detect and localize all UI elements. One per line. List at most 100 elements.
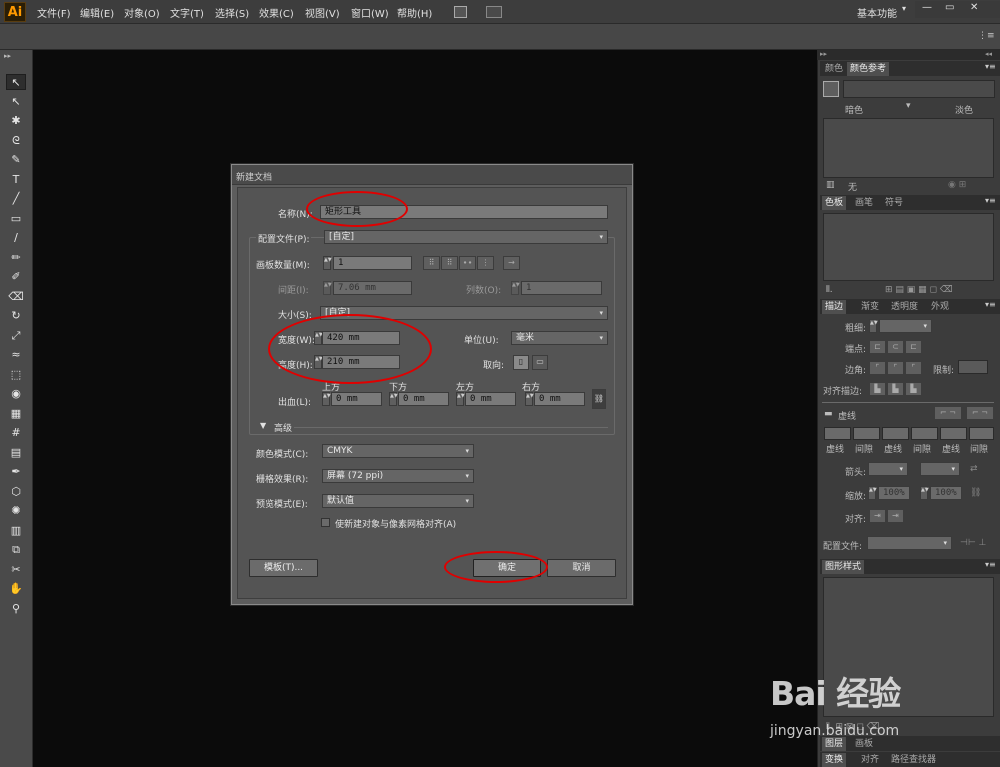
gap-field-3[interactable] xyxy=(969,427,994,440)
landscape-icon[interactable]: ▭ xyxy=(532,355,548,370)
shape-builder-tool-icon[interactable]: ◉ xyxy=(6,386,26,402)
tab-artboards[interactable]: 画板 xyxy=(852,737,876,751)
warp-tool-icon[interactable]: ≈ xyxy=(6,347,26,363)
tab-align[interactable]: 对齐 xyxy=(858,753,882,767)
slice-tool-icon[interactable]: ✂ xyxy=(6,562,26,578)
preview-mode-dropdown[interactable]: 默认值 ▾ xyxy=(322,494,474,508)
tab-layers[interactable]: 图层 xyxy=(822,737,847,751)
mesh-tool-icon[interactable]: # xyxy=(6,425,26,441)
menu-object[interactable]: 对象(O) xyxy=(124,5,160,20)
color-variations-grid[interactable] xyxy=(823,118,994,178)
weight-dropdown[interactable]: ▾ xyxy=(879,319,932,333)
start-scale-stepper[interactable]: ▲▼ xyxy=(868,486,877,500)
pencil-tool-icon[interactable]: ✏ xyxy=(6,250,26,266)
menu-select[interactable]: 选择(S) xyxy=(215,5,249,20)
close-icon[interactable]: ✕ xyxy=(970,2,978,13)
paintbrush-tool-icon[interactable]: ∕ xyxy=(6,230,26,246)
link-scale-icon[interactable]: ⛓ xyxy=(970,488,981,498)
zoom-tool-icon[interactable]: ⚲ xyxy=(6,601,26,617)
butt-cap-icon[interactable]: ⊏ xyxy=(869,340,886,354)
dash-align-icon[interactable]: ⌐ ¬ xyxy=(966,406,994,420)
tab-color[interactable]: 颜色 xyxy=(822,62,846,76)
bleed-left-field[interactable]: 0 mm xyxy=(465,392,516,406)
perspective-grid-tool-icon[interactable]: ▦ xyxy=(6,406,26,422)
bevel-join-icon[interactable]: ⌜ xyxy=(905,361,922,375)
minimize-icon[interactable]: — xyxy=(922,2,932,13)
swap-arrowheads-icon[interactable]: ⇄ xyxy=(970,464,978,474)
color-swatch-icon[interactable] xyxy=(823,81,839,97)
arrow-place-icon[interactable]: ⇥ xyxy=(887,509,904,523)
artboards-stepper[interactable]: ▲▼ xyxy=(323,256,332,270)
swatches-panel-menu-icon[interactable]: ▾≡ xyxy=(985,196,996,205)
tab-color-guide[interactable]: 颜色参考 xyxy=(847,62,890,76)
weight-stepper[interactable]: ▲▼ xyxy=(869,319,878,333)
artboards-field[interactable]: 1 xyxy=(333,256,412,270)
graphic-styles-menu-icon[interactable]: ▾≡ xyxy=(985,560,996,569)
raster-effects-dropdown[interactable]: 屏幕 (72 ppi) ▾ xyxy=(322,469,474,483)
end-scale-stepper[interactable]: ▲▼ xyxy=(920,486,929,500)
type-tool-icon[interactable]: T xyxy=(6,172,26,188)
dash-field-3[interactable] xyxy=(940,427,967,440)
tab-brushes[interactable]: 画笔 xyxy=(852,196,876,210)
bleed-right-field[interactable]: 0 mm xyxy=(534,392,585,406)
rotate-tool-icon[interactable]: ↻ xyxy=(6,308,26,324)
round-join-icon[interactable]: ⌜ xyxy=(887,361,904,375)
tab-stroke[interactable]: 描边 xyxy=(822,300,847,314)
bleed-top-field[interactable]: 0 mm xyxy=(331,392,382,406)
workspace-chevron-icon[interactable]: ▾ xyxy=(902,4,906,13)
gap-field-2[interactable] xyxy=(911,427,938,440)
units-dropdown[interactable]: 毫米 ▾ xyxy=(511,331,608,345)
start-scale-field[interactable]: 100% xyxy=(878,486,910,500)
restore-icon[interactable]: ▭ xyxy=(945,2,954,13)
color-variation-chevron-icon[interactable]: ▾ xyxy=(906,101,911,111)
swatch-libraries-icon[interactable]: ⫴. xyxy=(826,285,833,295)
swatches-actions-icon[interactable]: ⊞ ▤ ▣ ▦ ◻ ⌫ xyxy=(885,285,953,295)
bleed-right-stepper[interactable]: ▲▼ xyxy=(525,392,534,406)
arrow-extend-icon[interactable]: ⇥ xyxy=(869,509,886,523)
tab-appearance[interactable]: 外观 xyxy=(928,300,952,314)
align-center-stroke-icon[interactable]: ▙ xyxy=(869,382,886,396)
collapse-panels-icon[interactable]: ▸▸ xyxy=(820,50,827,58)
gradient-tool-icon[interactable]: ▤ xyxy=(6,445,26,461)
link-bleed-icon[interactable]: ⛓ xyxy=(592,389,606,409)
workspace-switcher[interactable]: 基本功能 xyxy=(857,5,897,20)
menu-file[interactable]: 文件(F) xyxy=(37,5,71,20)
tab-swatches[interactable]: 色板 xyxy=(822,196,847,210)
bleed-top-stepper[interactable]: ▲▼ xyxy=(322,392,331,406)
control-bar-menu-icon[interactable]: ⋮≡ xyxy=(978,31,995,41)
swatches-grid[interactable] xyxy=(823,213,994,281)
lasso-tool-icon[interactable]: ᘓ xyxy=(6,133,26,149)
width-profile-dropdown[interactable]: ▾ xyxy=(867,536,952,550)
none-swatch-icon[interactable]: ▥ xyxy=(826,180,835,190)
portrait-icon[interactable]: ▯ xyxy=(513,355,529,370)
menu-edit[interactable]: 编辑(E) xyxy=(80,5,114,20)
menu-help[interactable]: 帮助(H) xyxy=(397,5,432,20)
collapse-toolbar-icon[interactable]: ▸▸ xyxy=(4,52,11,60)
column-graph-tool-icon[interactable]: ▥ xyxy=(6,523,26,539)
bleed-bottom-field[interactable]: 0 mm xyxy=(398,392,449,406)
blend-tool-icon[interactable]: ⬡ xyxy=(6,484,26,500)
color-options-icon[interactable]: ◉ ⊞ xyxy=(948,180,966,190)
dock-menu-icon[interactable]: ◂◂ xyxy=(985,50,992,58)
cancel-button[interactable]: 取消 xyxy=(547,559,616,577)
miter-join-icon[interactable]: ⌜ xyxy=(869,361,886,375)
symbol-sprayer-tool-icon[interactable]: ✺ xyxy=(6,503,26,519)
dash-field-2[interactable] xyxy=(882,427,909,440)
menu-view[interactable]: 视图(V) xyxy=(305,5,340,20)
templates-button[interactable]: 模板(T)... xyxy=(249,559,318,577)
color-harmony-bar[interactable] xyxy=(843,80,995,98)
menu-effect[interactable]: 效果(C) xyxy=(259,5,294,20)
dash-preserve-icon[interactable]: ⌐ ¬ xyxy=(934,406,962,420)
gap-field-1[interactable] xyxy=(853,427,880,440)
pen-tool-icon[interactable]: ✎ xyxy=(6,152,26,168)
align-pixel-grid-checkbox[interactable] xyxy=(321,518,330,527)
color-mode-dropdown[interactable]: CMYK ▾ xyxy=(322,444,474,458)
eraser-tool-icon[interactable]: ⌫ xyxy=(6,289,26,305)
tab-transform[interactable]: 变换 xyxy=(822,753,847,767)
arrange-documents-icon[interactable] xyxy=(486,6,502,18)
color-panel-menu-icon[interactable]: ▾≡ xyxy=(985,62,996,71)
tab-graphic-styles[interactable]: 图形样式 xyxy=(822,560,865,574)
tab-symbols[interactable]: 符号 xyxy=(882,196,906,210)
selection-tool-icon[interactable]: ↖ xyxy=(6,74,26,90)
hand-tool-icon[interactable]: ✋ xyxy=(6,581,26,597)
